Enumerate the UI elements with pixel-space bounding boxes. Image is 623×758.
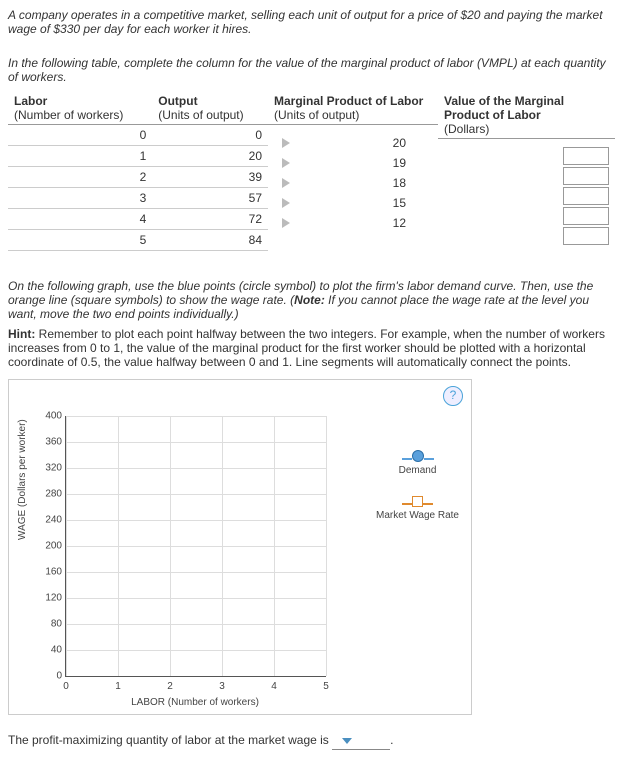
table-row: 239 bbox=[8, 167, 268, 188]
table-instructions: In the following table, complete the col… bbox=[8, 56, 615, 84]
arrow-icon bbox=[282, 198, 290, 208]
graph-panel: ? WAGE (Dollars per worker) 400 360 320 … bbox=[8, 379, 472, 715]
mpl-value: 20 bbox=[393, 136, 406, 150]
legend-wage-label: Market Wage Rate bbox=[376, 510, 459, 521]
table-row: 357 bbox=[8, 188, 268, 209]
mpl-row: 18 bbox=[278, 173, 436, 193]
hint-body: Remember to plot each point halfway betw… bbox=[8, 327, 605, 369]
mpl-value: 19 bbox=[393, 156, 406, 170]
ytick: 120 bbox=[36, 593, 62, 604]
arrow-icon bbox=[282, 218, 290, 228]
ytick: 240 bbox=[36, 515, 62, 526]
cell-output: 0 bbox=[152, 125, 268, 146]
answer-dropdown[interactable] bbox=[332, 733, 390, 750]
cell-labor: 4 bbox=[8, 209, 152, 230]
cell-labor: 3 bbox=[8, 188, 152, 209]
vmpl-input-3[interactable] bbox=[563, 187, 609, 205]
col-mpl: Marginal Product of Labor (Units of outp… bbox=[268, 92, 438, 125]
legend-demand-label: Demand bbox=[399, 465, 437, 476]
vmpl-input-4[interactable] bbox=[563, 207, 609, 225]
legend: Demand Market Wage Rate bbox=[376, 450, 459, 541]
cell-labor: 2 bbox=[8, 167, 152, 188]
table-row: 120 bbox=[8, 146, 268, 167]
col-labor: Labor (Number of workers) bbox=[8, 92, 152, 125]
th-vmpl: Value of the Marginal Product of Labor bbox=[444, 94, 564, 122]
mpl-row: 12 bbox=[278, 213, 436, 233]
mpl-value: 15 bbox=[393, 196, 406, 210]
x-axis-label: LABOR (Number of workers) bbox=[65, 697, 325, 708]
col-vmpl: Value of the Marginal Product of Labor (… bbox=[438, 92, 615, 139]
mpl-row: 15 bbox=[278, 193, 436, 213]
ytick: 400 bbox=[36, 411, 62, 422]
ytick: 200 bbox=[36, 541, 62, 552]
chevron-down-icon bbox=[342, 738, 352, 744]
vmpl-input-1[interactable] bbox=[563, 147, 609, 165]
cell-output: 57 bbox=[152, 188, 268, 209]
period: . bbox=[390, 733, 393, 747]
ytick: 280 bbox=[36, 489, 62, 500]
graph-instructions: On the following graph, use the blue poi… bbox=[8, 279, 615, 321]
labor-output-table: Labor (Number of workers) Output (Units … bbox=[8, 92, 268, 251]
help-button[interactable]: ? bbox=[443, 386, 463, 406]
th-mpl-sub: (Units of output) bbox=[274, 108, 359, 122]
cell-labor: 0 bbox=[8, 125, 152, 146]
legend-wage[interactable]: Market Wage Rate bbox=[376, 496, 459, 521]
th-output-sub: (Units of output) bbox=[158, 108, 243, 122]
ytick: 40 bbox=[36, 645, 62, 656]
ytick: 320 bbox=[36, 463, 62, 474]
arrow-icon bbox=[282, 158, 290, 168]
hint-text: Hint: Remember to plot each point halfwa… bbox=[8, 327, 615, 369]
arrow-icon bbox=[282, 178, 290, 188]
arrow-icon bbox=[282, 138, 290, 148]
ytick: 0 bbox=[36, 671, 62, 682]
graph-note-bold: Note: bbox=[294, 293, 325, 307]
y-axis-label: WAGE (Dollars per worker) bbox=[17, 419, 28, 540]
plot-area[interactable]: 400 360 320 280 240 200 160 120 80 40 0 … bbox=[65, 416, 326, 677]
cell-output: 20 bbox=[152, 146, 268, 167]
table-row: 00 bbox=[8, 125, 268, 146]
final-question: The profit-maximizing quantity of labor … bbox=[8, 733, 615, 750]
vmpl-input-2[interactable] bbox=[563, 167, 609, 185]
square-icon bbox=[412, 496, 423, 507]
cell-labor: 1 bbox=[8, 146, 152, 167]
circle-icon bbox=[412, 450, 424, 462]
legend-demand[interactable]: Demand bbox=[376, 450, 459, 476]
mpl-value: 18 bbox=[393, 176, 406, 190]
th-vmpl-sub: (Dollars) bbox=[444, 122, 489, 136]
mpl-row: 19 bbox=[278, 153, 436, 173]
ytick: 80 bbox=[36, 619, 62, 630]
mpl-row: 20 bbox=[278, 133, 436, 153]
table-row: 584 bbox=[8, 230, 268, 251]
th-labor-sub: (Number of workers) bbox=[14, 108, 123, 122]
th-mpl: Marginal Product of Labor bbox=[274, 94, 423, 108]
cell-labor: 5 bbox=[8, 230, 152, 251]
final-q-text: The profit-maximizing quantity of labor … bbox=[8, 733, 329, 747]
ytick: 360 bbox=[36, 437, 62, 448]
hint-label: Hint: bbox=[8, 327, 35, 341]
intro-text: A company operates in a competitive mark… bbox=[8, 8, 615, 36]
ytick: 160 bbox=[36, 567, 62, 578]
cell-output: 72 bbox=[152, 209, 268, 230]
cell-output: 39 bbox=[152, 167, 268, 188]
th-output: Output bbox=[158, 94, 197, 108]
mpl-value: 12 bbox=[393, 216, 406, 230]
th-labor: Labor bbox=[14, 94, 47, 108]
col-output: Output (Units of output) bbox=[152, 92, 268, 125]
table-row: 472 bbox=[8, 209, 268, 230]
vmpl-input-5[interactable] bbox=[563, 227, 609, 245]
cell-output: 84 bbox=[152, 230, 268, 251]
